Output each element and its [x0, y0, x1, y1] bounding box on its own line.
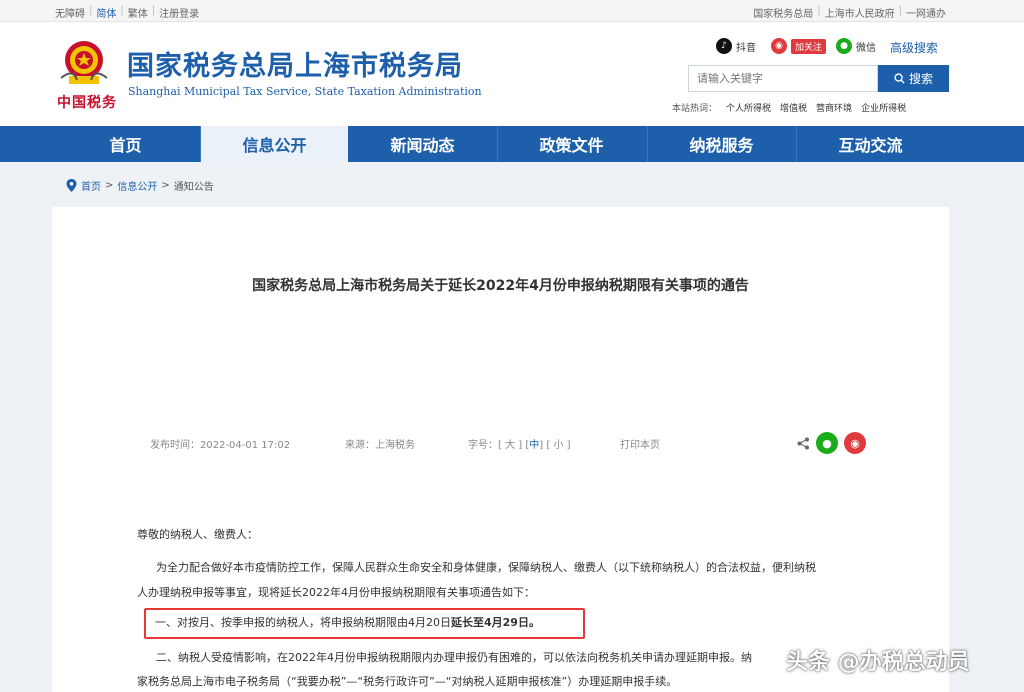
search-icon [894, 73, 905, 84]
breadcrumb-separator: > [161, 180, 170, 191]
douyin-link[interactable]: ♪ 抖音 [716, 38, 756, 54]
douyin-icon: ♪ [716, 38, 732, 54]
accessibility-link[interactable]: 无障碍 [55, 5, 85, 20]
article-source: 来源：上海税务 [345, 440, 415, 451]
item-1: 一、对按月、按季申报的纳税人，将申报纳税期限由4月20日延长至4月29日。 [155, 614, 540, 630]
douyin-label: 抖音 [736, 42, 756, 54]
main-nav: 首页 信息公开 新闻动态 政策文件 纳税服务 互动交流 [0, 126, 1024, 162]
item-2-line-1: 二、纳税人受疫情影响，在2022年4月份申报纳税期限内办理申报仍有困难的，可以依… [156, 651, 752, 664]
weibo-share-icon[interactable]: ◉ [844, 432, 866, 454]
sta-link[interactable]: 国家税务总局 [753, 5, 813, 20]
watermark: 头条 @办税总动员 [786, 650, 970, 675]
article-panel: 国家税务总局上海市税务局关于延长2022年4月份申报纳税期限有关事项的通告 发布… [52, 207, 949, 692]
register-login-link[interactable]: 注册登录 [159, 5, 199, 20]
simplified-chinese-link[interactable]: 简体 [96, 5, 116, 20]
font-size-large[interactable]: 大 [505, 440, 515, 451]
breadcrumb-current: 通知公告 [173, 182, 214, 193]
wechat-icon: ● [836, 38, 852, 54]
tax-emblem-icon [60, 41, 108, 84]
divider: | [151, 5, 156, 16]
wechat-link[interactable]: ● 微信 [836, 38, 876, 54]
print-link[interactable]: 打印本页 [620, 436, 660, 451]
nav-item-info-disclosure[interactable]: 信息公开 [201, 126, 348, 162]
divider: | [120, 5, 124, 16]
search-button[interactable]: 搜索 [878, 65, 949, 92]
hot-words: 本站热词： 个人所得税 增值税 营商环境 企业所得税 [672, 101, 906, 114]
share-bar: ● ◉ [797, 432, 866, 454]
nav-item-policy[interactable]: 政策文件 [498, 126, 645, 162]
item-1-bold-text: 延长至4月29日。 [451, 616, 540, 629]
nav-item-news[interactable]: 新闻动态 [349, 126, 496, 162]
paragraph-1-line-2: 人办理纳税申报等事宜，现将延长2022年4月份申报纳税期限有关事项通告如下： [137, 586, 535, 599]
breadcrumb-home[interactable]: 首页 [81, 178, 101, 193]
item-2-line-2: 家税务总局上海市电子税务局（“我要办税”—“税务行政许可”—“对纳税人延期申报核… [137, 675, 678, 688]
china-tax-seal: 中国税务 [57, 95, 117, 111]
breadcrumb: 首页 > 信息公开 > 通知公告 [66, 178, 214, 193]
publish-time: 发布时间：2022-04-01 17:02 [150, 440, 291, 451]
font-size-small[interactable]: 小 [553, 440, 563, 451]
location-pin-icon [66, 179, 77, 192]
divider: | [89, 5, 93, 16]
site-title[interactable]: 国家税务总局上海市税务局 [127, 44, 463, 83]
greeting: 尊敬的纳税人、缴费人： [137, 528, 258, 541]
share-icon[interactable] [797, 437, 810, 450]
breadcrumb-info-disclosure[interactable]: 信息公开 [117, 178, 157, 193]
search-input[interactable] [688, 65, 878, 92]
font-size-label: 字号： [468, 440, 498, 451]
item-1-text: 一、对按月、按季申报的纳税人，将申报纳税期限由4月20日 [155, 616, 451, 629]
breadcrumb-separator: > [105, 180, 114, 191]
weibo-icon: ◉ [771, 38, 787, 54]
wechat-label: 微信 [856, 42, 876, 54]
hot-words-label: 本站热词： [672, 104, 718, 114]
traditional-chinese-link[interactable]: 繁体 [128, 5, 148, 20]
nav-item-interaction[interactable]: 互动交流 [797, 126, 944, 162]
hot-word[interactable]: 个人所得税 [726, 101, 771, 114]
article-title: 国家税务总局上海市税务局关于延长2022年4月份申报纳税期限有关事项的通告 [252, 278, 749, 294]
shanghai-gov-link[interactable]: 上海市人民政府 [825, 5, 895, 20]
nav-item-tax-service[interactable]: 纳税服务 [648, 126, 795, 162]
search-button-label: 搜索 [908, 72, 933, 86]
nav-item-home[interactable]: 首页 [52, 126, 199, 162]
paragraph-1-line-1: 为全力配合做好本市疫情防控工作，保障人民群众生命安全和身体健康，保障纳税人、缴费… [156, 561, 816, 574]
wechat-share-icon[interactable]: ● [816, 432, 838, 454]
weibo-link[interactable]: ◉ 加关注 [771, 38, 827, 54]
top-utility-bar: 无障碍 | 简体 | 繁体 | 注册登录 国家税务总局 | 上海市人民政府 | … [0, 0, 1024, 22]
one-net-link[interactable]: 一网通办 [906, 5, 946, 20]
hot-word[interactable]: 增值税 [780, 101, 807, 114]
hot-word[interactable]: 营商环境 [816, 101, 852, 114]
font-size-medium[interactable]: 中 [529, 440, 539, 451]
site-header: 中国税务 国家税务总局上海市税务局 Shanghai Municipal Tax… [0, 22, 1024, 126]
weibo-follow-badge: 加关注 [791, 38, 827, 54]
advanced-search-link[interactable]: 高级搜索 [890, 39, 938, 56]
hot-word[interactable]: 企业所得税 [861, 101, 906, 114]
divider: | [898, 5, 902, 16]
font-size-controls: 字号：[ 大 ] [中] [ 小 ] [468, 440, 571, 451]
divider: | [817, 5, 821, 16]
site-subtitle: Shanghai Municipal Tax Service, State Ta… [128, 85, 482, 98]
